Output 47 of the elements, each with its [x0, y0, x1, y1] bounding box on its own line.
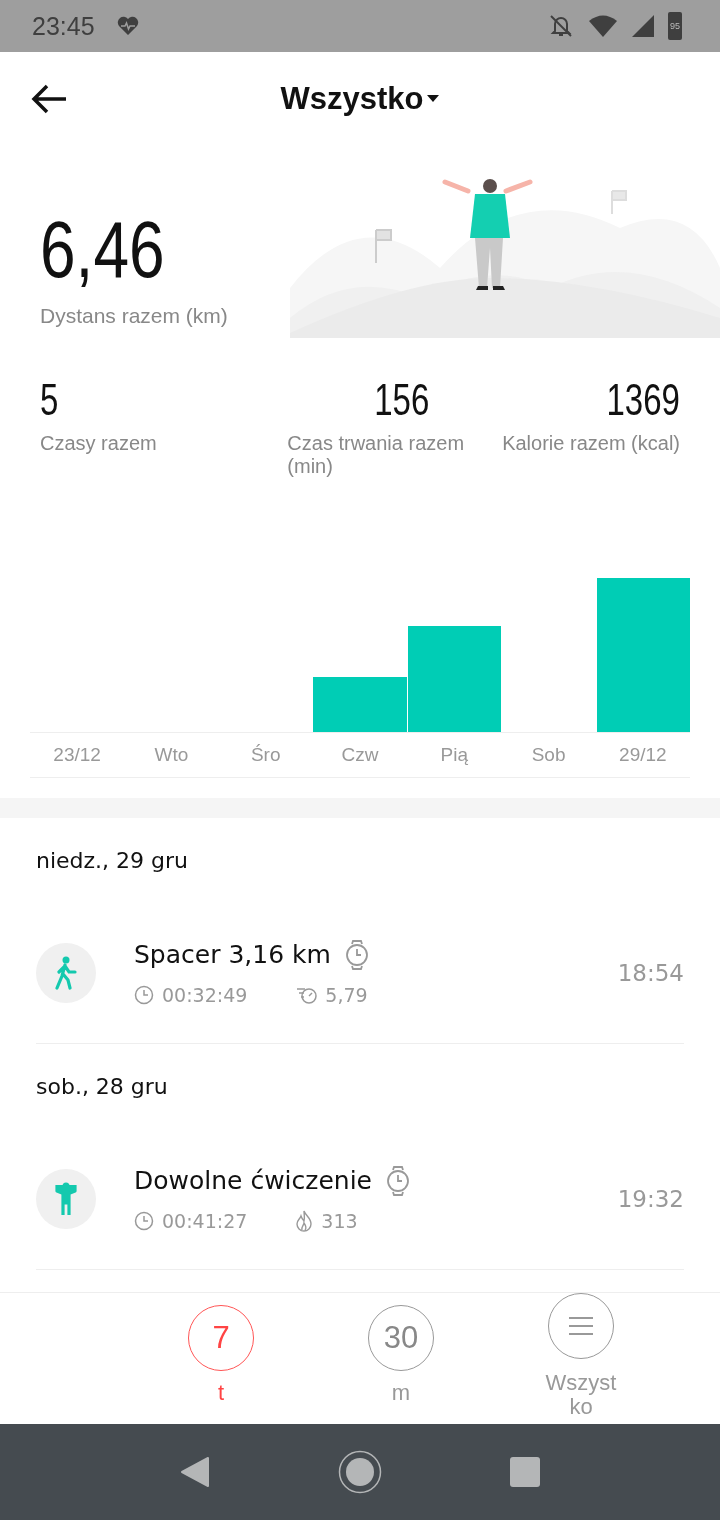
menu-icon: [569, 1317, 593, 1335]
workout-item[interactable]: Dowolne ćwiczenie 00:41:27 313 19:32: [36, 1128, 684, 1270]
bell-off-icon: [548, 13, 574, 39]
workout-time: 19:32: [617, 1185, 684, 1212]
day-label: 23/12: [52, 744, 102, 766]
wifi-icon: [588, 14, 618, 38]
total-distance: 6,46: [40, 210, 165, 290]
workout-duration: 00:41:27: [162, 1209, 248, 1232]
home-nav-icon[interactable]: [338, 1450, 382, 1494]
day-label: 29/12: [618, 744, 668, 766]
person-arms-up-icon: [54, 1180, 78, 1217]
flame-icon: [295, 1209, 314, 1232]
workout-title: Dowolne ćwiczenie: [134, 1166, 372, 1195]
back-nav-icon[interactable]: [180, 1456, 210, 1488]
day-label: Czw: [340, 744, 380, 766]
day-label: Pią: [439, 744, 469, 766]
workout-time: 18:54: [617, 959, 684, 986]
stat-label: Czas trwania razem (min): [287, 432, 466, 478]
period-tab[interactable]: 30 m: [311, 1293, 491, 1424]
walking-person-icon: [54, 955, 78, 990]
stat-value: 156: [374, 378, 430, 422]
signal-icon: [632, 15, 654, 37]
stat-value: 1369: [606, 378, 680, 422]
day-label: Śro: [249, 744, 282, 766]
workout-metric: 313: [321, 1209, 358, 1232]
heart-pulse-icon: [116, 16, 139, 36]
status-time: 23:45: [32, 11, 95, 41]
workout-duration: 00:32:49: [162, 983, 248, 1006]
clock-icon: [134, 1210, 154, 1231]
stat-label: Kalorie razem (kcal): [502, 432, 680, 455]
back-arrow-icon[interactable]: [30, 83, 68, 115]
period-dropdown[interactable]: Wszystko: [280, 81, 440, 117]
caret-icon: [427, 95, 440, 103]
clock-icon: [134, 984, 154, 1005]
date-heading: niedz., 29 gru: [36, 846, 190, 875]
stat-label: Czasy razem: [40, 432, 157, 455]
distance-label: Dystans razem (km): [40, 304, 228, 328]
workout-metric: 5,79: [325, 983, 368, 1006]
day-label: Sob: [530, 744, 567, 766]
day-label: Wto: [153, 744, 190, 766]
workout-item[interactable]: Spacer 3,16 km 00:32:49 5,79 18:54: [36, 902, 684, 1044]
watch-icon: [344, 939, 369, 970]
battery-icon: 95: [668, 12, 682, 40]
date-heading: sob., 28 gru: [36, 1072, 169, 1101]
workout-title: Spacer 3,16 km: [134, 940, 331, 969]
stat-value: 5: [40, 378, 59, 422]
watch-icon: [385, 1165, 410, 1196]
